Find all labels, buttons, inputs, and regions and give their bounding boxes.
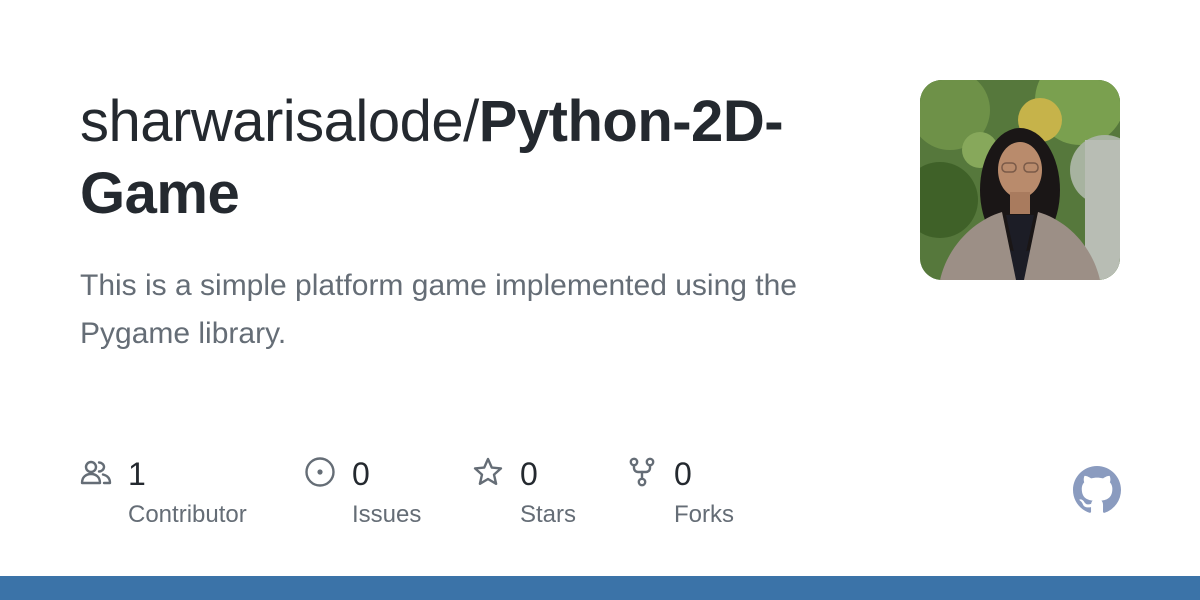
repo-description: This is a simple platform game implement… <box>80 269 797 350</box>
repo-title[interactable]: sharwarisalode/Python-2D-Game <box>80 86 840 230</box>
repo-stats: 1 Contributor 0 Issues 0 Stars 0 Forks <box>80 452 840 542</box>
forks-label: Forks <box>674 501 734 528</box>
repo-forked-icon <box>629 457 655 487</box>
people-icon <box>80 460 112 485</box>
forks-count: 0 <box>674 456 692 492</box>
repo-social-card: sharwarisalode/Python-2D-Game This is a … <box>0 0 1200 600</box>
stars-count: 0 <box>520 456 538 492</box>
owner-avatar[interactable] <box>920 80 1120 280</box>
stars-label: Stars <box>520 501 577 528</box>
issues-count: 0 <box>352 456 370 492</box>
avatar-image <box>920 80 1120 280</box>
github-mark-icon[interactable] <box>1073 466 1121 514</box>
star-icon <box>473 457 503 485</box>
issues-label: Issues <box>352 501 422 528</box>
issue-opened-icon <box>305 457 335 487</box>
repo-owner[interactable]: sharwarisalode/ <box>80 89 479 154</box>
brand-color-bar <box>0 576 1200 600</box>
contributors-count: 1 <box>128 456 146 492</box>
contributors-label: Contributor <box>128 501 247 528</box>
